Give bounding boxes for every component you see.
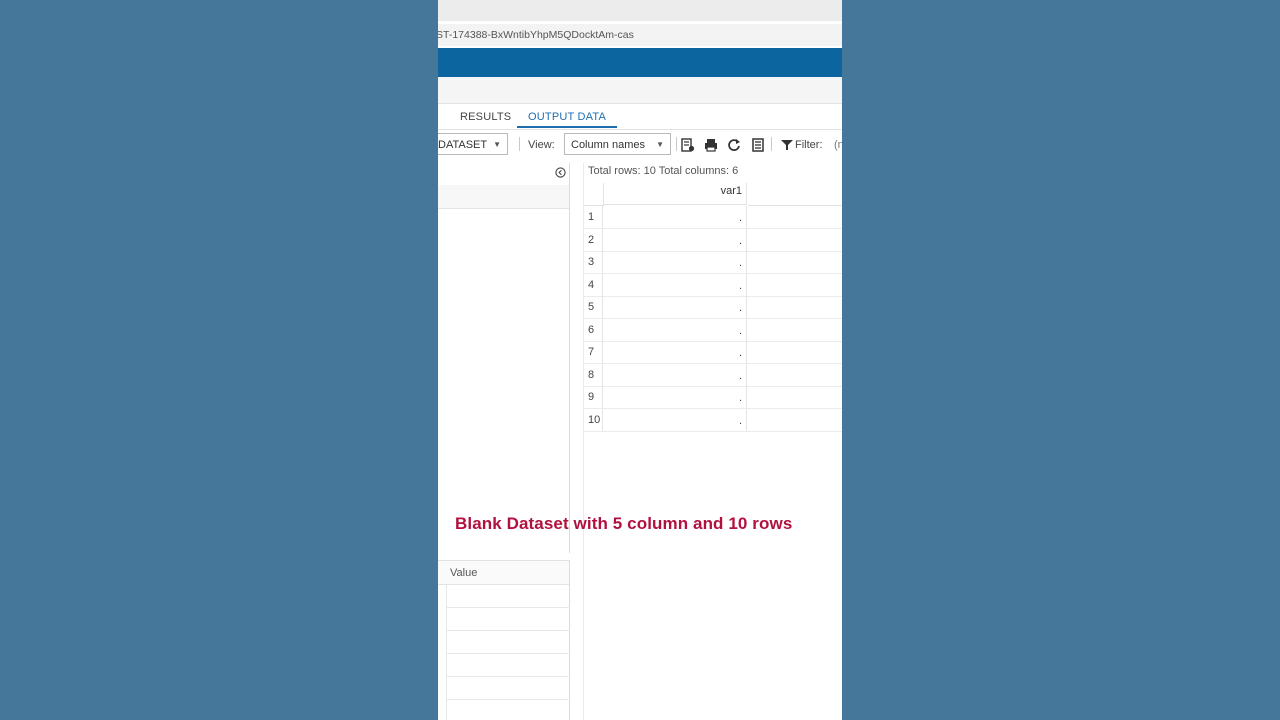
toolbar-divider	[519, 137, 520, 151]
column-header-var1[interactable]: var1	[604, 183, 747, 205]
row-number: 1	[584, 206, 603, 228]
print-icon[interactable]	[704, 138, 718, 152]
column-properties-panel: Value	[438, 560, 570, 720]
toolbar-divider	[771, 137, 772, 151]
cell-var1[interactable]: .	[604, 341, 747, 363]
table-row: 8 .	[584, 364, 842, 387]
app-header-bar	[438, 48, 842, 77]
dataset-value: DATASET	[438, 139, 488, 151]
columns-icon[interactable]	[751, 138, 765, 152]
table-row: 6 .	[584, 319, 842, 342]
cell-var1[interactable]: .	[604, 296, 747, 318]
refresh-icon[interactable]	[727, 138, 741, 152]
property-row	[446, 585, 570, 608]
table-properties-icon[interactable]	[681, 138, 695, 152]
collapse-panel-icon[interactable]	[555, 167, 566, 178]
dataset-dropdown[interactable]: DATASET ▼	[438, 133, 508, 155]
row-number: 7	[584, 341, 603, 363]
row-number-header	[584, 183, 604, 206]
row-number: 5	[584, 296, 603, 318]
results-tabs: RESULTS OUTPUT DATA	[438, 104, 842, 130]
tab-output-data[interactable]: OUTPUT DATA	[517, 104, 617, 128]
video-caption: Blank Dataset with 5 column and 10 rows	[455, 514, 793, 533]
view-dropdown[interactable]: Column names ▼	[564, 133, 671, 155]
address-text: ST-174388-BxWntibYhpM5QDocktAm-cas	[438, 29, 634, 41]
property-row	[446, 654, 570, 677]
table-row: 5 .	[584, 296, 842, 319]
cell-var1[interactable]: .	[604, 386, 747, 408]
view-label: View:	[528, 139, 555, 151]
row-number: 8	[584, 364, 603, 386]
cell-var1[interactable]: .	[604, 364, 747, 386]
property-row	[446, 677, 570, 700]
row-number: 6	[584, 319, 603, 341]
row-number: 3	[584, 251, 603, 273]
table-row: 3 .	[584, 251, 842, 274]
table-row: 1 .	[584, 206, 842, 229]
filter-label: Filter:	[795, 139, 823, 151]
browser-tab-strip	[438, 0, 842, 21]
table-row: 10 .	[584, 409, 842, 432]
cell-var1[interactable]: .	[604, 274, 747, 296]
table-row: 2 .	[584, 229, 842, 252]
cell-var1[interactable]: .	[604, 206, 747, 228]
row-number: 2	[584, 229, 603, 251]
tab-results[interactable]: RESULTS	[449, 104, 522, 128]
cell-var1[interactable]: .	[604, 319, 747, 341]
property-row	[446, 700, 570, 720]
output-toolbar: DATASET ▼ View: Column names ▼ Filter: (…	[438, 131, 842, 159]
cell-var1[interactable]: .	[604, 229, 747, 251]
cell-var1[interactable]: .	[604, 409, 747, 431]
app-screenshot: ST-174388-BxWntibYhpM5QDocktAm-cas RESUL…	[438, 0, 842, 720]
table-row: 4 .	[584, 274, 842, 297]
data-grid-area: Total rows: 10 Total columns: 6 var1 1 .…	[583, 163, 842, 720]
row-number: 9	[584, 386, 603, 408]
column-header-next[interactable]	[748, 183, 842, 206]
filter-value[interactable]: (n	[834, 131, 842, 159]
column-list-panel	[438, 163, 570, 553]
property-row	[446, 631, 570, 654]
property-row	[446, 608, 570, 631]
table-row: 7 .	[584, 341, 842, 364]
chevron-down-icon: ▼	[493, 140, 501, 149]
app-subheader-bar	[438, 77, 842, 104]
address-bar[interactable]: ST-174388-BxWntibYhpM5QDocktAm-cas	[438, 24, 842, 46]
column-list-header	[438, 185, 569, 209]
view-value: Column names	[571, 139, 645, 151]
totals-text: Total rows: 10 Total columns: 6	[588, 165, 739, 177]
table-row: 9 .	[584, 386, 842, 409]
value-column-header: Value	[450, 567, 478, 579]
chevron-down-icon: ▼	[656, 140, 664, 149]
filter-icon[interactable]	[780, 138, 794, 152]
toolbar-divider	[676, 137, 677, 151]
properties-header: Value	[438, 561, 569, 585]
row-number: 4	[584, 274, 603, 296]
row-number: 10	[584, 409, 603, 431]
cell-var1[interactable]: .	[604, 251, 747, 273]
